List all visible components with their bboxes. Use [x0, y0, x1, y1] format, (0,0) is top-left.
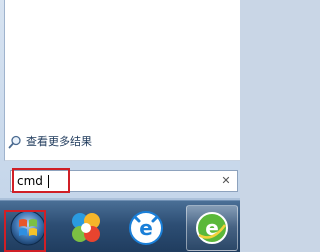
taskbar-browser-e[interactable]: e [120, 205, 172, 251]
search-input-value: cmd [17, 174, 43, 188]
see-more-results-label: 查看更多结果 [26, 135, 92, 148]
start-search-input[interactable]: cmd ✕ [10, 170, 238, 192]
pinwheel-icon [72, 213, 100, 242]
clear-search-icon[interactable]: ✕ [219, 173, 233, 189]
blue-e-browser-icon: e [129, 211, 163, 245]
svg-text:e: e [139, 216, 153, 240]
start-menu: 查看更多结果 cmd ✕ [0, 0, 240, 198]
text-caret [48, 175, 49, 188]
taskbar-browser-green-e[interactable]: e [186, 205, 238, 251]
windows-logo-icon [10, 210, 46, 246]
search-icon [8, 134, 22, 149]
desktop-screen: 查看更多结果 cmd ✕ e e [0, 0, 240, 252]
green-e-browser-icon: e [196, 212, 228, 244]
taskbar-pinwheel-app[interactable] [60, 205, 112, 251]
see-more-results-link[interactable]: 查看更多结果 [8, 132, 92, 150]
taskbar: e e [0, 200, 240, 252]
start-button[interactable] [2, 205, 54, 251]
